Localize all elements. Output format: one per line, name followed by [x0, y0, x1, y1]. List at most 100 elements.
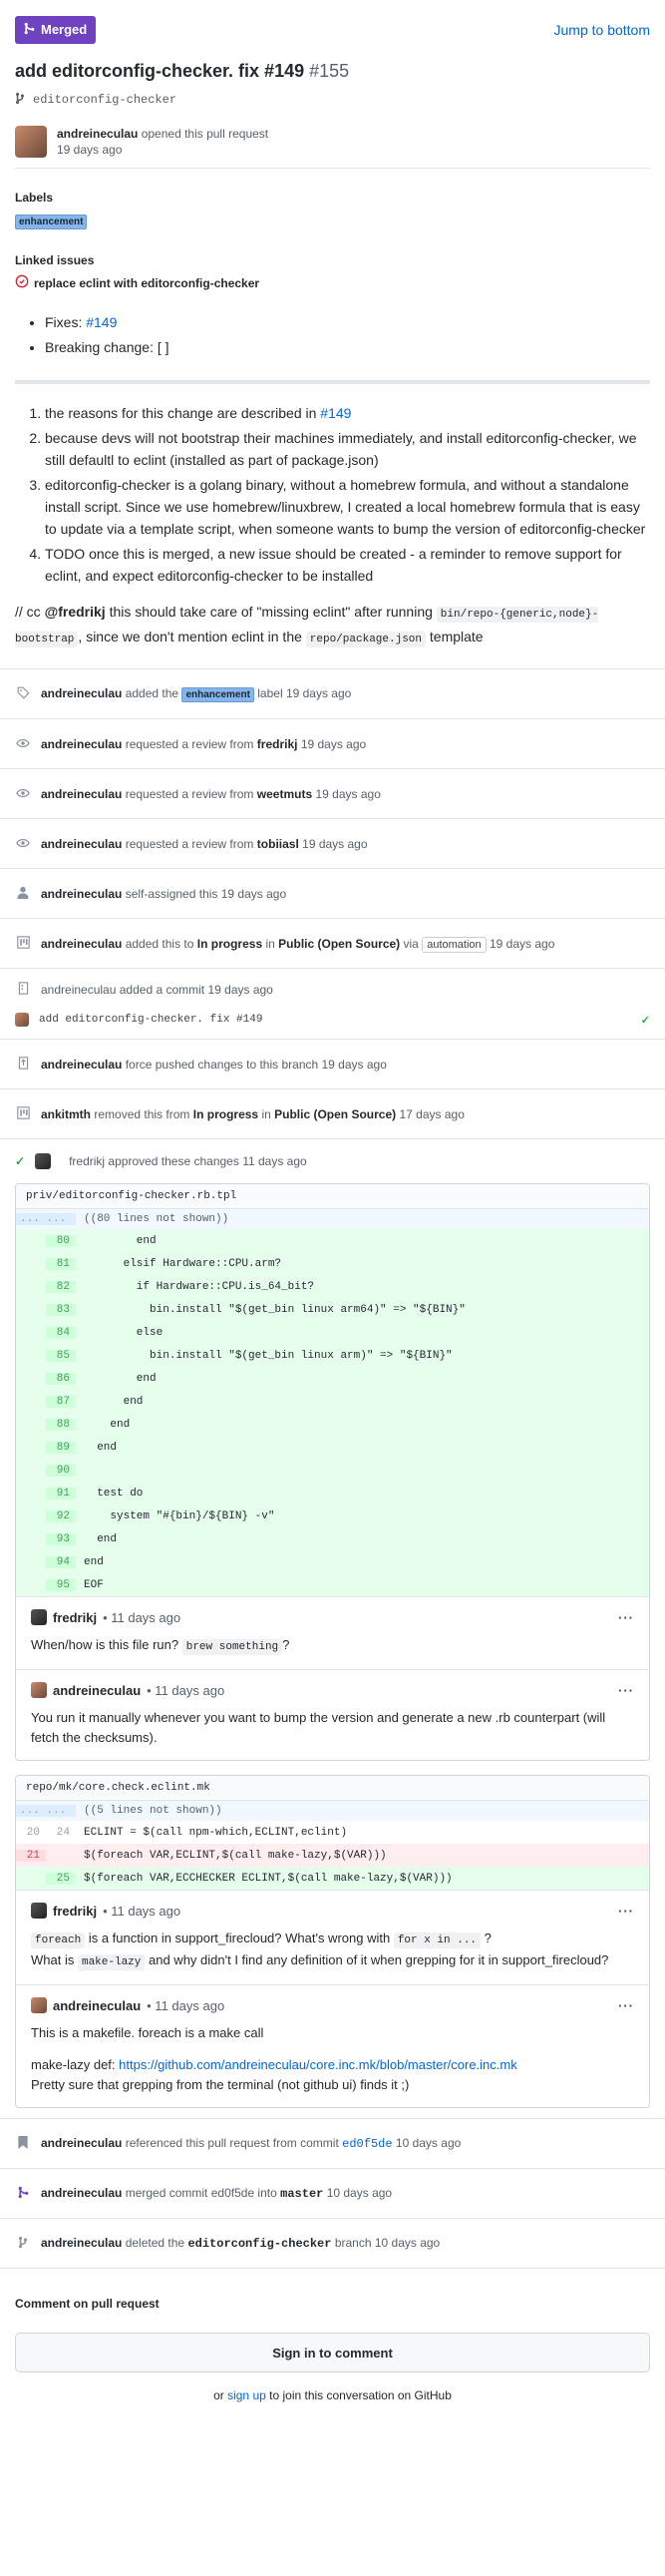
more-options-icon[interactable]: ···	[618, 1998, 634, 2013]
label-enhancement[interactable]: enhancement	[181, 686, 254, 702]
inline-code: make-lazy	[77, 1954, 146, 1970]
more-options-icon[interactable]: ···	[618, 1904, 634, 1919]
user-mention[interactable]: @fredrikj	[45, 604, 106, 620]
list-item: the reasons for this change are describe…	[45, 402, 650, 424]
automation-badge: automation	[422, 936, 487, 953]
list-item: TODO once this is merged, a new issue sh…	[45, 543, 650, 587]
repo-force-push-icon	[15, 1056, 31, 1073]
merged-badge: Merged	[15, 15, 97, 44]
comment-body: You run it manually whenever you want to…	[31, 1710, 606, 1745]
more-options-icon[interactable]: ···	[618, 1683, 634, 1698]
diff-line-added: 91 test do	[16, 1482, 649, 1504]
avatar[interactable]	[15, 126, 47, 158]
label-event: andreineculau added the enhancement labe…	[0, 669, 665, 719]
avatar[interactable]	[31, 1609, 47, 1625]
reviewer-name[interactable]: tobiiasl	[257, 837, 299, 851]
comment-author[interactable]: fredrikj	[53, 1904, 97, 1919]
actor-name[interactable]: andreineculau	[41, 737, 122, 751]
diff-hunk[interactable]: ... ... ((5 lines not shown))	[16, 1801, 649, 1821]
file-path[interactable]: repo/mk/core.check.eclint.mk	[16, 1776, 649, 1801]
comment-time[interactable]: • 11 days ago	[147, 1998, 224, 2013]
project-link[interactable]: Public (Open Source)	[274, 1107, 396, 1121]
branch-name[interactable]: master	[280, 2187, 323, 2201]
pr-body: Fixes: #149 Breaking change: [ ]	[0, 311, 665, 358]
review-block: ✓ fredrikj approved these changes 11 day…	[0, 1139, 665, 2119]
author-name[interactable]: andreineculau	[57, 127, 138, 141]
reviewer-name[interactable]: fredrikj	[257, 737, 298, 751]
more-options-icon[interactable]: ···	[618, 1610, 634, 1625]
eye-icon	[15, 736, 31, 751]
body-bullets: Fixes: #149 Breaking change: [ ]	[15, 311, 650, 358]
reference-event: andreineculau referenced this pull reque…	[0, 2119, 665, 2169]
review-comment: fredrikj • 11 days ago ··· When/how is t…	[16, 1596, 649, 1669]
sign-up-link[interactable]: sign up	[227, 2388, 266, 2402]
comment-time[interactable]: • 11 days ago	[103, 1904, 180, 1919]
actor-name[interactable]: andreineculau	[41, 837, 122, 851]
linked-issue-title[interactable]: replace eclint with editorconfig-checker	[34, 276, 259, 290]
pr-body-details: the reasons for this change are describe…	[0, 402, 665, 650]
project-column: In progress	[192, 1106, 259, 1121]
inline-code: repo/package.json	[305, 632, 426, 647]
actor-name[interactable]: andreineculau	[41, 2136, 122, 2150]
eye-icon	[15, 786, 31, 801]
actor-name[interactable]: andreineculau	[41, 2236, 122, 2250]
file-path[interactable]: priv/editorconfig-checker.rb.tpl	[16, 1184, 649, 1209]
signup-prompt: or sign up to join this conversation on …	[213, 2388, 452, 2402]
list-item: editorconfig-checker is a golang binary,…	[45, 474, 650, 540]
diff-line-added: 86 end	[16, 1367, 649, 1390]
inline-code: brew something	[181, 1639, 283, 1655]
merge-icon	[24, 22, 35, 38]
project-link[interactable]: Public (Open Source)	[278, 937, 400, 951]
jump-to-bottom-link[interactable]: Jump to bottom	[554, 22, 651, 38]
actor-name[interactable]: andreineculau	[41, 937, 122, 951]
diff-line-added: 94 end	[16, 1550, 649, 1573]
branch-icon	[15, 92, 25, 108]
comment-author[interactable]: fredrikj	[53, 1610, 97, 1625]
comment-time[interactable]: • 11 days ago	[147, 1683, 224, 1698]
force-push-event: andreineculau force pushed changes to th…	[0, 1040, 665, 1089]
eye-icon	[15, 836, 31, 851]
diff-line-added: 92 system "#{bin}/${BIN} -v"	[16, 1504, 649, 1527]
external-link[interactable]: https://github.com/andreineculau/core.in…	[119, 2057, 517, 2072]
avatar[interactable]	[31, 1903, 47, 1919]
issue-link[interactable]: #149	[320, 405, 351, 421]
actor-name[interactable]: andreineculau	[41, 1058, 122, 1072]
reviewer-name[interactable]: weetmuts	[257, 787, 312, 801]
actor-name[interactable]: andreineculau	[41, 787, 122, 801]
actor-name[interactable]: andreineculau	[41, 686, 122, 700]
linked-issues-heading: Linked issues	[15, 253, 95, 267]
actor-name[interactable]: fredrikj	[69, 1154, 105, 1168]
comment-author[interactable]: andreineculau	[53, 1998, 141, 2013]
avatar[interactable]	[31, 1682, 47, 1698]
diff-line-added: 89 end	[16, 1436, 649, 1459]
actor-name[interactable]: ankitmth	[41, 1107, 91, 1121]
labels-heading: Labels	[15, 191, 54, 205]
list-item: because devs will not bootstrap their ma…	[45, 427, 650, 471]
diff-hunk[interactable]: ... ... ((80 lines not shown))	[16, 1209, 649, 1229]
commit-message[interactable]: add editorconfig-checker. fix #149	[39, 1014, 631, 1026]
list-item: Fixes: #149	[45, 311, 650, 333]
linked-issue[interactable]: replace eclint with editorconfig-checker	[0, 274, 665, 291]
body-ordered-list: the reasons for this change are describe…	[15, 402, 650, 587]
avatar[interactable]	[31, 1997, 47, 2013]
label-enhancement[interactable]: enhancement	[15, 215, 88, 229]
sign-in-button[interactable]: Sign in to comment	[15, 2333, 650, 2372]
review-comment: andreineculau • 11 days ago ··· This is …	[16, 1984, 649, 2107]
issue-link[interactable]: #149	[86, 314, 117, 330]
diff-line-added: 84 else	[16, 1321, 649, 1344]
comment-author[interactable]: andreineculau	[53, 1683, 141, 1698]
branch-name[interactable]: editorconfig-checker	[33, 93, 176, 107]
commit-sha-link[interactable]: ed0f5de	[342, 2137, 392, 2151]
avatar[interactable]	[15, 1013, 29, 1027]
actor-name[interactable]: andreineculau	[41, 983, 116, 997]
list-item: Breaking change: [ ]	[45, 336, 650, 358]
repo-push-icon	[15, 982, 31, 998]
actor-name[interactable]: andreineculau	[41, 2186, 122, 2200]
actor-name[interactable]: andreineculau	[41, 887, 122, 901]
diff-line-added: 25 $(foreach VAR,ECCHECKER ECLINT,$(call …	[16, 1867, 649, 1890]
branch-name[interactable]: editorconfig-checker	[187, 2237, 331, 2251]
comment-time[interactable]: • 11 days ago	[103, 1610, 180, 1625]
check-icon[interactable]: ✓	[641, 1014, 650, 1027]
avatar[interactable]	[35, 1153, 52, 1169]
diff-line-added: 87 end	[16, 1390, 649, 1413]
